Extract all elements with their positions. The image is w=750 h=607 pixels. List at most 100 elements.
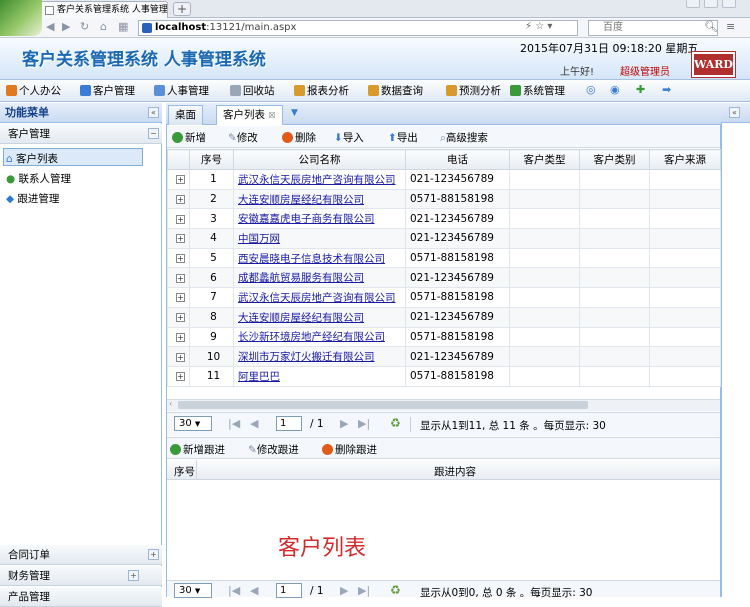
column-header[interactable]: 电话 (405, 149, 510, 170)
table-row[interactable]: +10 深圳市万家灯火搬迁有限公司 021-123456789 (167, 346, 721, 367)
maximize-icon[interactable] (704, 0, 718, 8)
company-link[interactable]: 安徽嘉嘉虎电子商务有限公司 (238, 213, 375, 225)
export-button[interactable]: ⬆导出 (388, 130, 418, 145)
back-icon[interactable]: ◀ (46, 20, 54, 33)
menu-item-1[interactable]: 客户管理 (80, 83, 135, 98)
menu-item-0[interactable]: 个人办公 (6, 83, 61, 98)
arrow-left-icon[interactable]: ◎ (586, 83, 596, 96)
minus-icon[interactable]: − (148, 128, 159, 139)
prev-page-icon[interactable]: ◀ (250, 417, 258, 430)
page-number-input[interactable]: 1 (276, 416, 302, 431)
add-follow-button[interactable]: 新增跟进 (170, 442, 225, 457)
last-page-icon[interactable]: ▶| (358, 417, 370, 430)
menu-item-6[interactable]: 预测分析 (446, 83, 501, 98)
first-page-icon[interactable]: |◀ (228, 584, 240, 597)
menu-item-4[interactable]: 报表分析 (294, 83, 349, 98)
sidebar-item-contacts[interactable]: ● 联系人管理 (6, 171, 71, 186)
delete-button[interactable]: 删除 (282, 130, 316, 145)
company-link[interactable]: 成都蠡航贸易服务有限公司 (238, 272, 364, 284)
menu-item-5[interactable]: 数据查询 (368, 83, 423, 98)
lightning-icon[interactable]: ⚡ ☆ ▾ (525, 21, 552, 32)
import-button[interactable]: ⬇导入 (334, 130, 364, 145)
company-link[interactable]: 中国万网 (238, 233, 280, 245)
scroll-left-icon[interactable]: ‹ (169, 399, 172, 408)
refresh-icon[interactable]: ↻ (80, 20, 89, 33)
page-number-input[interactable]: 1 (276, 583, 302, 598)
browser-tab[interactable]: 客户关系管理系统 人事管理 × (40, 1, 168, 18)
table-row[interactable]: +1 武汉永信天辰房地产咨询有限公司 021-123456789 (167, 169, 721, 190)
sidebar-item-customers[interactable]: ⌂ 客户列表 (6, 151, 58, 166)
page-size-select[interactable]: 30 ▼ (174, 416, 212, 431)
close-icon[interactable] (722, 0, 736, 8)
arrow-right-icon[interactable]: ➡ (662, 83, 671, 96)
new-tab-button[interactable]: + (173, 2, 191, 16)
forward-icon[interactable]: ▶ (62, 20, 70, 33)
tab-customer-list[interactable]: 客户列表 ☒ (216, 105, 283, 125)
column-header[interactable]: 客户来源 (649, 149, 721, 170)
expand-row-icon[interactable]: + (176, 372, 185, 382)
first-page-icon[interactable]: |◀ (228, 417, 240, 430)
company-link[interactable]: 长沙新环境房地产经纪有限公司 (238, 331, 385, 343)
collapse-left-icon[interactable]: « (148, 107, 159, 118)
add-button[interactable]: 新增 (172, 130, 206, 145)
plus-icon[interactable]: + (128, 570, 139, 581)
edit-follow-button[interactable]: ✎修改跟进 (248, 442, 299, 457)
search-icon[interactable]: 🔍︎ (704, 20, 718, 33)
address-bar[interactable]: localhost:13121/main.aspx (138, 20, 578, 36)
company-link[interactable]: 武汉永信天辰房地产咨询有限公司 (238, 292, 396, 304)
home-nav-icon[interactable]: ⌂ (100, 20, 107, 33)
column-header[interactable]: 客户类型 (509, 149, 580, 170)
company-link[interactable]: 阿里巴巴 (238, 371, 280, 383)
plus-icon[interactable]: + (148, 549, 159, 560)
delete-follow-button[interactable]: 删除跟进 (322, 442, 377, 457)
table-row[interactable]: +4 中国万网 021-123456789 (167, 228, 721, 249)
sidebar-item-follow[interactable]: ◆ 跟进管理 (6, 191, 59, 206)
table-row[interactable]: +5 西安晨晓电子信息技术有限公司 0571-88158198 (167, 247, 721, 269)
table-row[interactable]: +3 安徽嘉嘉虎电子商务有限公司 021-123456789 (167, 208, 721, 230)
tab-dropdown-icon[interactable]: ▼ (291, 108, 298, 118)
expand-row-icon[interactable]: + (176, 175, 185, 185)
menu-icon[interactable]: ≡ (726, 20, 735, 33)
refresh-app-icon[interactable]: ✚ (636, 83, 645, 96)
expand-row-icon[interactable]: + (176, 195, 185, 205)
search-input[interactable]: 百度 (588, 20, 718, 36)
menu-item-2[interactable]: 人事管理 (154, 83, 209, 98)
column-header[interactable]: 序号 (174, 464, 195, 479)
table-row[interactable]: +2 大连安顺房屋经纪有限公司 0571-88158198 (167, 188, 721, 210)
menu-item-3[interactable]: 回收站 (230, 83, 275, 98)
menu-item-7[interactable]: 系统管理 (510, 83, 565, 98)
refresh-icon[interactable]: ♻ (390, 416, 401, 430)
column-header[interactable] (167, 149, 190, 170)
column-header[interactable]: 序号 (189, 149, 234, 170)
expand-row-icon[interactable]: + (176, 293, 185, 303)
column-header[interactable]: 公司名称 (233, 149, 406, 170)
next-page-icon[interactable]: ▶ (340, 417, 348, 430)
company-link[interactable]: 大连安顺房屋经纪有限公司 (238, 312, 364, 324)
next-page-icon[interactable]: ▶ (340, 584, 348, 597)
prev-page-icon[interactable]: ◀ (250, 584, 258, 597)
expand-row-icon[interactable]: + (176, 332, 185, 342)
expand-row-icon[interactable]: + (176, 273, 185, 283)
page-size-select[interactable]: 30 ▼ (174, 583, 212, 598)
table-row[interactable]: +6 成都蠡航贸易服务有限公司 021-123456789 (167, 267, 721, 289)
company-link[interactable]: 大连安顺房屋经纪有限公司 (238, 194, 364, 206)
user-role[interactable]: 超级管理员 (620, 63, 670, 78)
expand-right-icon[interactable]: « (729, 107, 740, 118)
expand-row-icon[interactable]: + (176, 313, 185, 323)
expand-row-icon[interactable]: + (176, 352, 185, 362)
edit-button[interactable]: ✎修改 (228, 130, 258, 145)
last-page-icon[interactable]: ▶| (358, 584, 370, 597)
company-link[interactable]: 深圳市万家灯火搬迁有限公司 (238, 351, 375, 363)
column-header[interactable]: 客户类别 (579, 149, 650, 170)
tab-desktop[interactable]: 桌面 (168, 105, 203, 125)
minimize-icon[interactable] (686, 0, 700, 8)
table-row[interactable]: +11 阿里巴巴 0571-88158198 (167, 365, 721, 387)
tab-close-icon[interactable]: ☒ (268, 111, 275, 120)
table-row[interactable]: +7 武汉永信天辰房地产咨询有限公司 0571-88158198 (167, 287, 721, 308)
scrollbar-thumb[interactable] (178, 401, 588, 409)
company-link[interactable]: 武汉永信天辰房地产咨询有限公司 (238, 174, 396, 186)
expand-row-icon[interactable]: + (176, 254, 185, 264)
expand-row-icon[interactable]: + (176, 214, 185, 224)
expand-row-icon[interactable]: + (176, 234, 185, 244)
advanced-search-button[interactable]: ⌕高级搜索 (440, 130, 488, 145)
